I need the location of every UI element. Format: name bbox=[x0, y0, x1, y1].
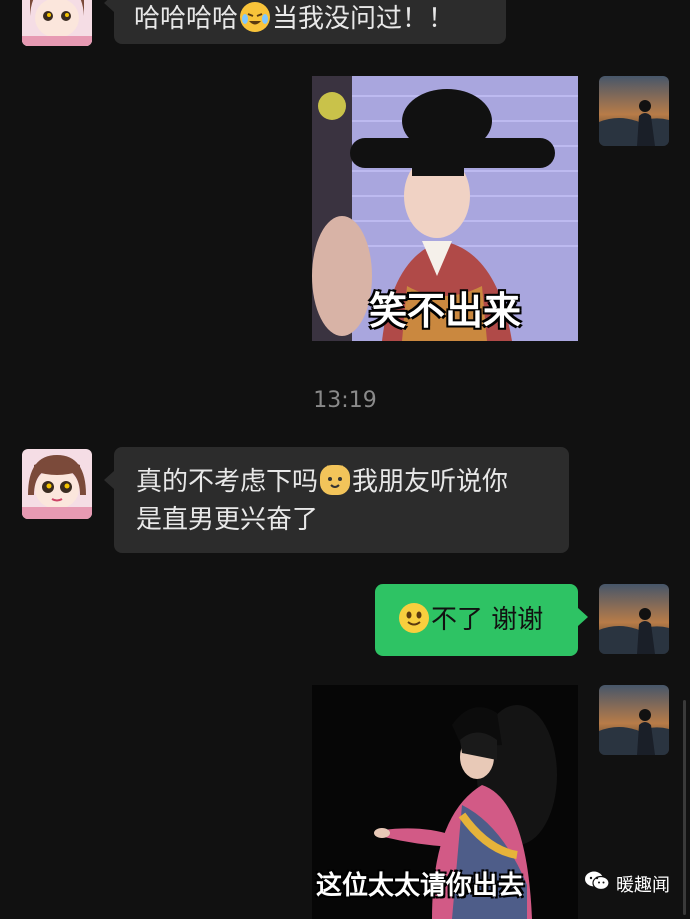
message-bubble-received[interactable]: 哈哈哈哈 当我没问过！！ bbox=[104, 0, 506, 44]
message-bubble-sent[interactable]: 不了 谢谢 bbox=[375, 584, 588, 656]
sticker-image[interactable]: 这位太太请你出去 bbox=[312, 685, 578, 919]
smile-emoji-icon bbox=[399, 603, 429, 633]
watermark: 暖趣闻 bbox=[584, 870, 670, 897]
self-avatar[interactable] bbox=[599, 685, 669, 755]
scrollbar[interactable] bbox=[683, 700, 686, 915]
self-avatar[interactable] bbox=[599, 76, 669, 146]
cat-face-emoji-icon bbox=[320, 465, 351, 495]
message-text: 哈哈哈哈 bbox=[134, 4, 239, 34]
crying-laughing-emoji-icon bbox=[240, 2, 271, 32]
message-text: 不了 谢谢 bbox=[431, 605, 544, 635]
sticker-image[interactable]: 笑不出来 bbox=[312, 76, 578, 341]
message-bubble-received[interactable]: 真的不考虑下吗 我朋友听说你 是直男更兴奋了 bbox=[104, 447, 569, 553]
message-text: 我朋友听说你 bbox=[352, 467, 509, 497]
contact-avatar[interactable] bbox=[22, 0, 92, 46]
watermark-text: 暖趣闻 bbox=[616, 874, 670, 896]
message-text: 是直男更兴奋了 bbox=[136, 505, 319, 535]
message-text: 真的不考虑下吗 bbox=[136, 467, 319, 497]
timestamp: 13:19 bbox=[313, 388, 377, 413]
sticker-caption: 笑不出来 bbox=[368, 289, 521, 333]
message-text: 当我没问过！！ bbox=[272, 4, 455, 34]
wechat-official-account-icon bbox=[584, 870, 610, 897]
sticker-caption: 这位太太请你出去 bbox=[315, 871, 524, 901]
contact-avatar[interactable] bbox=[22, 449, 92, 519]
self-avatar[interactable] bbox=[599, 584, 669, 654]
